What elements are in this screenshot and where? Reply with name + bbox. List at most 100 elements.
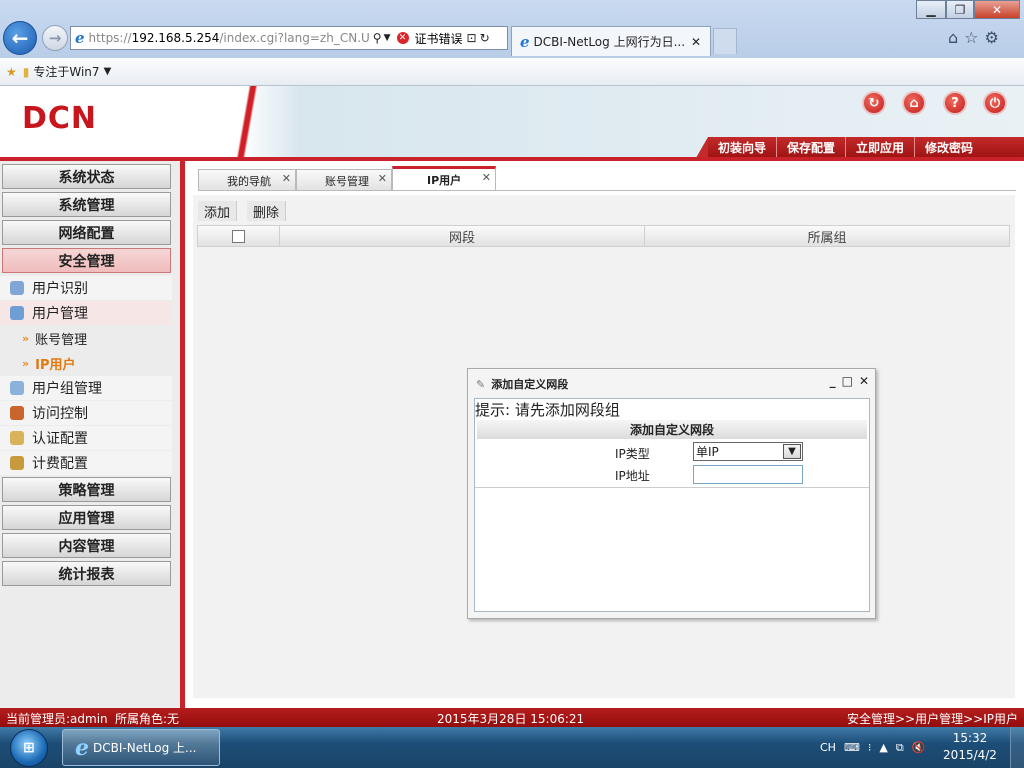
nav-save-config[interactable]: 保存配置	[776, 137, 845, 157]
cert-error-icon: ✕	[396, 32, 409, 44]
clock[interactable]: 15:32 2015/4/2	[940, 730, 1000, 764]
maximize-button[interactable]: ❐	[946, 0, 974, 19]
network-icon[interactable]: ⧉	[896, 741, 904, 755]
column-header-group[interactable]: 所属组	[645, 226, 1009, 246]
sidebar-item-account-management[interactable]: » 账号管理	[22, 326, 87, 350]
favorites-bar: ★ ▮ 专注于Win7 ▼	[0, 58, 1024, 86]
forward-button[interactable]: →	[42, 25, 68, 51]
tab-label: 我的导航	[227, 174, 271, 188]
top-nav: 初装向导 保存配置 立即应用 修改密码	[708, 137, 1024, 157]
keyboard-icon[interactable]: ⌨	[844, 741, 860, 754]
menu-system-management[interactable]: 系统管理	[2, 192, 171, 217]
tab-close-icon[interactable]: ✕	[691, 35, 701, 49]
dialog-maximize-icon[interactable]: □	[842, 374, 853, 388]
address-bar[interactable]: e https://192.168.5.254/index.cgi?lang=z…	[70, 26, 508, 50]
add-favorite-icon[interactable]: ★	[6, 65, 17, 79]
sidebar-item-label: 用户组管理	[32, 381, 102, 397]
tab-close-icon[interactable]: ✕	[378, 172, 387, 185]
ip-address-label: IP地址	[615, 469, 650, 483]
back-button[interactable]: ←	[3, 21, 37, 55]
ip-type-value: 单IP	[696, 445, 719, 459]
tab-my-nav[interactable]: 我的导航 ✕	[198, 169, 296, 191]
app-banner: DCN ↻ ⌂ ? ⏻ 初装向导 保存配置 立即应用 修改密码	[0, 86, 1024, 157]
favorites-item[interactable]: 专注于Win7	[33, 63, 99, 80]
sidebar-item-ip-user[interactable]: » IP用户	[22, 351, 75, 375]
sidebar-item-user-group[interactable]: 用户组管理	[0, 376, 172, 400]
sidebar-item-user-management[interactable]: 用户管理	[0, 301, 172, 325]
ip-type-select[interactable]: 单IP ▼	[693, 442, 803, 461]
menu-policy-management[interactable]: 策略管理	[2, 477, 171, 502]
sidebar-item-label: 认证配置	[32, 431, 88, 447]
taskbar-ie-item[interactable]: e DCBI-NetLog 上...	[62, 729, 220, 766]
menu-content-management[interactable]: 内容管理	[2, 533, 171, 558]
menu-system-status[interactable]: 系统状态	[2, 164, 171, 189]
help-icon[interactable]: ?	[943, 91, 967, 115]
volume-muted-icon[interactable]: 🔇	[912, 741, 926, 754]
sidebar-item-label: IP用户	[35, 357, 76, 373]
refresh-icon[interactable]: ↻	[480, 31, 490, 45]
dropdown-icon[interactable]: ▼	[384, 33, 391, 43]
sidebar-item-label: 用户识别	[32, 281, 88, 297]
dialog-minimize-icon[interactable]: _	[830, 374, 836, 388]
nav-setup-wizard[interactable]: 初装向导	[708, 137, 776, 157]
start-button[interactable]: ⊞	[2, 727, 56, 768]
select-all-checkbox[interactable]	[232, 229, 245, 243]
tray-arrow-icon[interactable]: ⁝	[868, 741, 872, 754]
language-indicator[interactable]: CH	[820, 741, 836, 754]
clock-time: 15:32	[952, 731, 988, 745]
sidebar-item-user-identify[interactable]: 用户识别	[0, 276, 172, 300]
tab-account-management[interactable]: 账号管理 ✕	[296, 169, 392, 191]
forward-arrow-icon: →	[48, 29, 62, 47]
taskbar: ⊞ e DCBI-NetLog 上... CH ⌨ ⁝ ▲ ⧉ 🔇 15:32 …	[0, 727, 1024, 768]
current-role: 所属角色:无	[115, 712, 180, 726]
sidebar-item-billing-config[interactable]: 计费配置	[0, 451, 172, 475]
cert-error-label[interactable]: 证书错误	[415, 30, 463, 47]
menu-application-management[interactable]: 应用管理	[2, 505, 171, 530]
status-bar: 当前管理员:admin 所属角色:无 2015年3月28日 15:06:21 安…	[0, 708, 1024, 727]
windows-logo-icon: ⊞	[10, 728, 48, 767]
tab-ip-user[interactable]: IP用户 ✕	[392, 166, 496, 191]
current-admin: 当前管理员:admin	[6, 712, 108, 726]
refresh-icon[interactable]: ↻	[862, 91, 886, 115]
add-segment-dialog: ✎ 添加自定义网段 _ □ ✕ 提示: 请先添加网段组 添加自定义网段 IP类型…	[467, 368, 876, 619]
logout-icon[interactable]: ⏻	[983, 91, 1007, 115]
show-hidden-icon[interactable]: ▲	[879, 741, 887, 754]
nav-change-password[interactable]: 修改密码	[914, 137, 983, 157]
home-icon[interactable]: ⌂	[902, 91, 926, 115]
tab-close-icon[interactable]: ✕	[482, 171, 491, 184]
user-group-icon	[10, 381, 24, 395]
sidebar-item-access-control[interactable]: 访问控制	[0, 401, 172, 425]
menu-network-config[interactable]: 网络配置	[2, 220, 171, 245]
banner-decoration	[232, 86, 262, 157]
settings-gear-icon[interactable]: ⚙	[985, 28, 999, 47]
new-tab-button[interactable]	[713, 28, 737, 54]
add-button[interactable]: 添加	[198, 201, 238, 221]
tab-close-icon[interactable]: ✕	[282, 172, 291, 185]
window-controls: ▁ ❐ ✕	[916, 0, 1022, 20]
favorites-star-icon[interactable]: ☆	[964, 28, 978, 47]
dialog-title[interactable]: ✎ 添加自定义网段	[476, 376, 568, 392]
menu-security-management[interactable]: 安全管理	[2, 248, 171, 273]
ip-address-input[interactable]	[693, 465, 803, 484]
delete-button[interactable]: 删除	[247, 201, 287, 221]
user-management-icon	[10, 306, 24, 320]
favorites-dropdown-icon[interactable]: ▼	[104, 66, 112, 77]
chevron-down-icon[interactable]: ▼	[783, 444, 801, 459]
menu-statistics-report[interactable]: 统计报表	[2, 561, 171, 586]
minimize-button[interactable]: ▁	[916, 0, 946, 19]
billing-config-icon	[10, 456, 24, 470]
sidebar-item-auth-config[interactable]: 认证配置	[0, 426, 172, 450]
dialog-close-icon[interactable]: ✕	[859, 374, 869, 388]
column-header-segment[interactable]: 网段	[280, 226, 645, 246]
home-icon[interactable]: ⌂	[948, 28, 958, 47]
nav-apply-now[interactable]: 立即应用	[845, 137, 914, 157]
sidebar-item-label: 计费配置	[32, 456, 88, 472]
toolbar: 添加 删除	[198, 201, 287, 221]
dialog-body: 提示: 请先添加网段组 添加自定义网段 IP类型 单IP ▼ IP地址	[474, 398, 870, 612]
close-window-button[interactable]: ✕	[974, 0, 1020, 19]
browser-tab[interactable]: e DCBI-NetLog 上网行为日... ✕	[511, 26, 711, 56]
sidebar-item-label: 访问控制	[32, 406, 88, 422]
dcn-logo: DCN	[22, 101, 98, 136]
search-icon[interactable]: ⚲	[373, 31, 382, 45]
show-desktop-button[interactable]	[1010, 727, 1024, 768]
